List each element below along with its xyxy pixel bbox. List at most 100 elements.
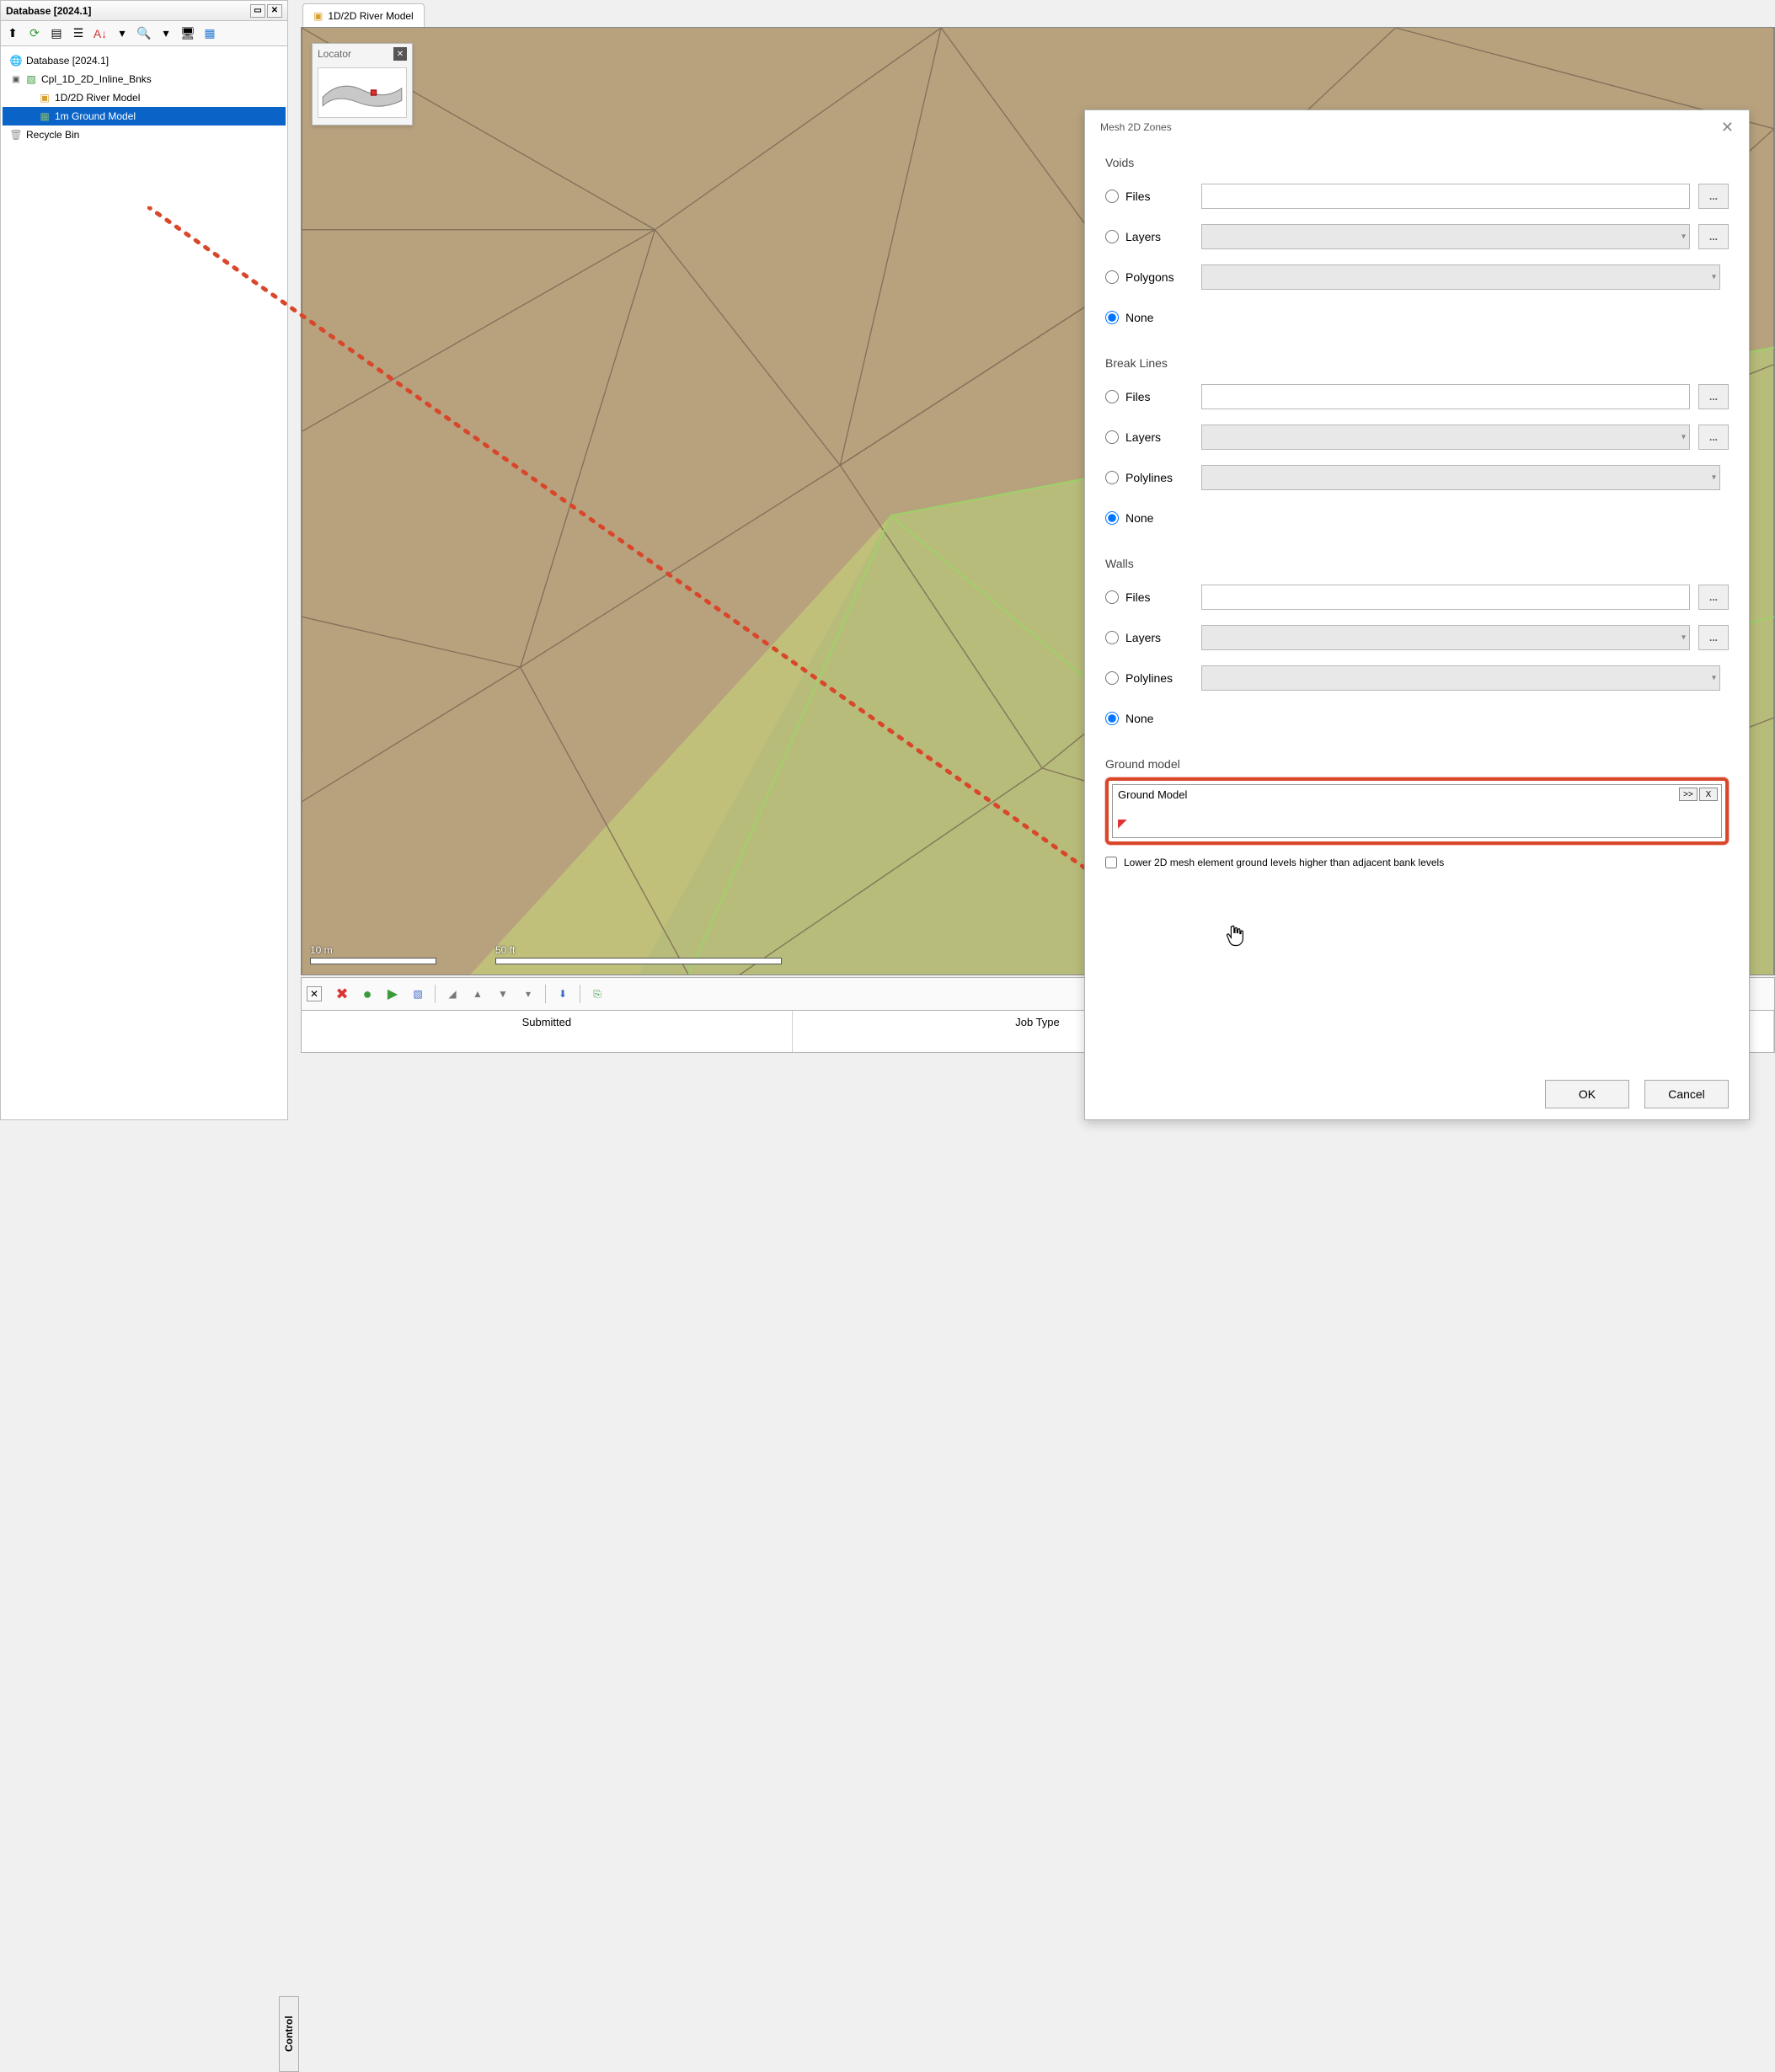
breaks-layers-field[interactable]: ▾ — [1201, 425, 1690, 450]
walls-files-field[interactable] — [1201, 585, 1690, 610]
breaks-layers-label: Layers — [1125, 430, 1201, 444]
breaks-polylines-field[interactable]: ▾ — [1201, 465, 1720, 490]
mesh-2d-zones-dialog: Mesh 2D Zones ✕ Voids Files... Layers▾..… — [1084, 109, 1750, 1120]
chevron-down-icon: ▾ — [1681, 232, 1686, 242]
ok-button[interactable]: OK — [1545, 1080, 1629, 1108]
breaks-none-radio[interactable] — [1105, 511, 1119, 525]
voids-polygons-field[interactable]: ▾ — [1201, 264, 1720, 290]
job-chart-icon[interactable]: ▧ — [409, 985, 426, 1002]
voids-layers-field[interactable]: ▾ — [1201, 224, 1690, 249]
scale-m-label: 10 m — [310, 944, 333, 956]
voids-none-radio[interactable] — [1105, 311, 1119, 324]
job-export-icon[interactable]: ⎘ — [589, 985, 606, 1002]
up-arrow-icon[interactable]: ⬆ — [4, 25, 21, 42]
jobcol-submitted[interactable]: Submitted — [302, 1011, 793, 1052]
breaks-layers-browse[interactable]: ... — [1698, 425, 1729, 450]
job-panel-close[interactable]: ✕ — [307, 986, 322, 1001]
lower-mesh-label: Lower 2D mesh element ground levels high… — [1124, 857, 1444, 868]
list-icon[interactable]: ▤ — [48, 25, 65, 42]
voids-files-browse[interactable]: ... — [1698, 184, 1729, 209]
tree-river-model[interactable]: ▣ 1D/2D River Model — [3, 88, 286, 107]
lower-mesh-checkbox[interactable] — [1105, 857, 1117, 868]
refresh-icon[interactable]: ⟳ — [26, 25, 43, 42]
job-cancel-icon[interactable]: ✖ — [334, 985, 350, 1002]
drag-cursor-icon: ◤ — [1118, 816, 1127, 830]
breaks-files-label: Files — [1125, 390, 1201, 403]
breaks-polylines-radio[interactable] — [1105, 471, 1119, 484]
voids-layers-radio[interactable] — [1105, 230, 1119, 243]
cancel-button[interactable]: Cancel — [1644, 1080, 1729, 1108]
folder-green-icon: ▧ — [24, 72, 38, 86]
tree-recycle-bin[interactable]: 🗑 Recycle Bin — [3, 125, 286, 144]
locator-header: Locator ✕ — [313, 44, 412, 64]
tree-bin-label: Recycle Bin — [26, 129, 79, 141]
walls-files-browse[interactable]: ... — [1698, 585, 1729, 610]
chevron-down-icon: ▾ — [1712, 674, 1716, 683]
job-tri4-icon[interactable]: ▾ — [520, 985, 537, 1002]
dialog-title-bar[interactable]: Mesh 2D Zones ✕ — [1085, 110, 1749, 144]
job-download-icon[interactable]: ⬇ — [554, 985, 571, 1002]
walls-none-radio[interactable] — [1105, 712, 1119, 725]
voids-files-field[interactable] — [1201, 184, 1690, 209]
sort-icon[interactable]: A↓ — [92, 25, 109, 42]
find-icon[interactable]: 🔍 — [136, 25, 152, 42]
panel-restore-button[interactable]: ▭ — [250, 4, 265, 18]
walls-layers-label: Layers — [1125, 631, 1201, 644]
walls-layers-field[interactable]: ▾ — [1201, 625, 1690, 650]
tree-group[interactable]: ▣ ▧ Cpl_1D_2D_Inline_Bnks — [3, 70, 286, 88]
tab-river-model[interactable]: ▣ 1D/2D River Model — [302, 3, 425, 27]
tree-icon[interactable]: ☰ — [70, 25, 87, 42]
job-tri3-icon[interactable]: ▼ — [495, 985, 511, 1002]
locator-panel[interactable]: Locator ✕ — [312, 43, 413, 125]
database-panel: Database [2024.1] ▭ ✕ ⬆ ⟳ ▤ ☰ A↓ ▾ 🔍 ▾ 🖥… — [0, 0, 288, 1120]
chevron-down-icon: ▾ — [1681, 633, 1686, 643]
tab-label: 1D/2D River Model — [328, 10, 413, 22]
tree-group-label: Cpl_1D_2D_Inline_Bnks — [41, 73, 152, 85]
walls-polylines-radio[interactable] — [1105, 671, 1119, 685]
voids-files-radio[interactable] — [1105, 190, 1119, 203]
job-tri2-icon[interactable]: ▲ — [469, 985, 486, 1002]
tree-river-label: 1D/2D River Model — [55, 92, 140, 104]
walls-polylines-field[interactable]: ▾ — [1201, 665, 1720, 691]
dialog-close-button[interactable]: ✕ — [1721, 119, 1734, 136]
lower-mesh-checkbox-row[interactable]: Lower 2D mesh element ground levels high… — [1105, 857, 1729, 868]
blocks-icon[interactable]: ▦ — [201, 25, 218, 42]
walls-layers-radio[interactable] — [1105, 631, 1119, 644]
breaks-layers-radio[interactable] — [1105, 430, 1119, 444]
voids-layers-label: Layers — [1125, 230, 1201, 243]
monitor-icon[interactable]: 🖥 — [179, 25, 196, 42]
job-record-icon[interactable]: ● — [359, 985, 376, 1002]
breaks-none-label: None — [1125, 511, 1201, 525]
walls-layers-browse[interactable]: ... — [1698, 625, 1729, 650]
breaks-files-field[interactable] — [1201, 384, 1690, 409]
river-model-icon: ▣ — [38, 91, 51, 104]
job-play-icon[interactable]: ▶ — [384, 985, 401, 1002]
ground-model-drop-target[interactable]: Ground Model >> X ◤ — [1112, 784, 1722, 838]
voids-layers-browse[interactable]: ... — [1698, 224, 1729, 249]
ground-model-highlight: Ground Model >> X ◤ — [1105, 777, 1729, 845]
walls-files-label: Files — [1125, 590, 1201, 604]
ground-model-clear-button[interactable]: X — [1699, 788, 1718, 801]
dialog-body: Voids Files... Layers▾... Polygons▾ None… — [1085, 144, 1749, 1069]
walls-legend: Walls — [1105, 557, 1729, 570]
locator-close-button[interactable]: ✕ — [393, 47, 407, 61]
tree-root-database[interactable]: 🌐 Database [2024.1] — [3, 51, 286, 70]
tree-collapse-icon[interactable]: ▣ — [11, 75, 21, 84]
ground-model-expand-button[interactable]: >> — [1679, 788, 1697, 801]
locator-minimap[interactable] — [318, 67, 407, 118]
chevron-down-icon: ▾ — [1712, 273, 1716, 282]
breaks-files-radio[interactable] — [1105, 390, 1119, 403]
tree-root-label: Database [2024.1] — [26, 55, 109, 67]
tree-ground-label: 1m Ground Model — [55, 110, 136, 122]
breaks-files-browse[interactable]: ... — [1698, 384, 1729, 409]
tree-ground-model[interactable]: ▦ 1m Ground Model — [3, 107, 286, 125]
walls-files-radio[interactable] — [1105, 590, 1119, 604]
scale-feet: 50 ft — [495, 943, 782, 964]
scale-ft-label: 50 ft — [495, 944, 515, 956]
database-toolbar: ⬆ ⟳ ▤ ☰ A↓ ▾ 🔍 ▾ 🖥 ▦ — [1, 21, 287, 46]
panel-close-button[interactable]: ✕ — [267, 4, 282, 18]
control-side-tab[interactable]: Control — [279, 1996, 299, 2072]
dialog-title: Mesh 2D Zones — [1100, 121, 1172, 133]
voids-polygons-radio[interactable] — [1105, 270, 1119, 284]
job-tri1-icon[interactable]: ◢ — [444, 985, 461, 1002]
